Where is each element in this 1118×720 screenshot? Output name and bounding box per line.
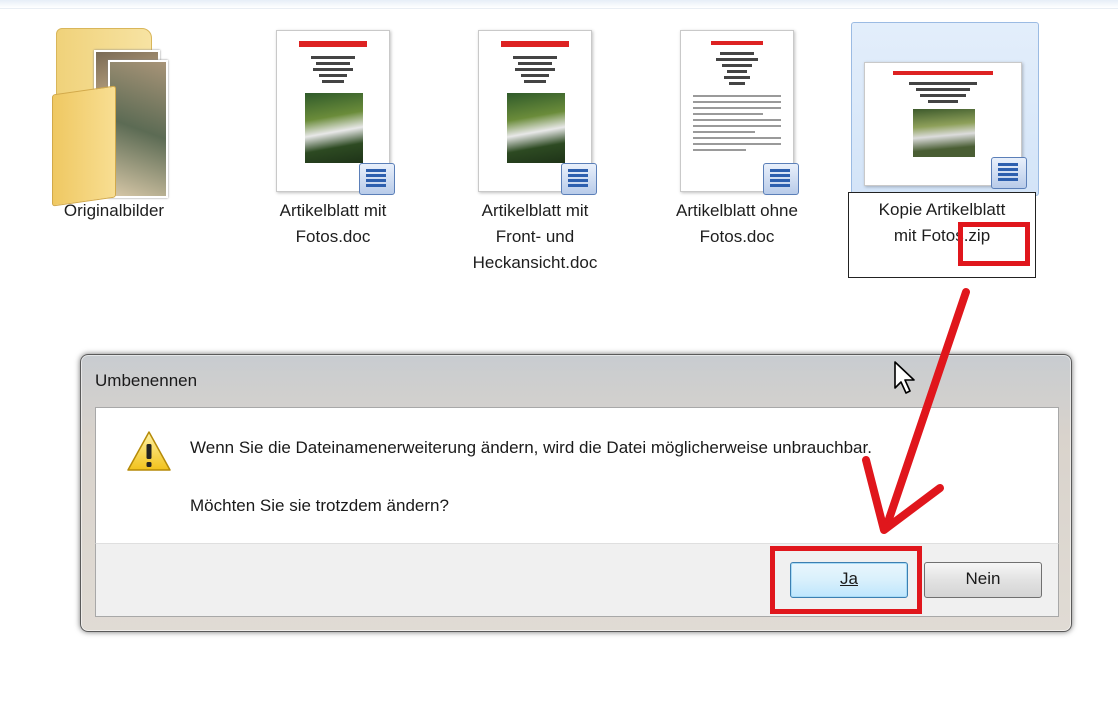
file-label: Artikelblatt mit Fotos.doc (279, 201, 387, 246)
no-button[interactable]: Nein (924, 562, 1042, 598)
word-icon (763, 163, 799, 195)
rename-confirm-dialog: Umbenennen Wenn Sie die Dateinamenerweit… (80, 354, 1072, 632)
dialog-message: Wenn Sie die Dateinamenerweiterung änder… (190, 438, 872, 457)
folder-icon (52, 20, 168, 207)
mouse-cursor-icon (894, 361, 915, 394)
word-document-thumbnail (864, 62, 1027, 189)
file-label: Artikelblatt mit Front- und Heckansicht.… (472, 201, 598, 272)
dialog-body: Wenn Sie die Dateinamenerweiterung änder… (95, 407, 1059, 544)
extension-highlight-box (958, 222, 1030, 266)
word-document-thumbnail (680, 30, 799, 195)
word-icon (359, 163, 395, 195)
dialog-question: Möchten Sie sie trotzdem ändern? (190, 496, 449, 515)
warning-icon (127, 431, 171, 471)
file-label: Originalbilder (63, 201, 165, 220)
explorer-top-edge (0, 0, 1118, 9)
word-icon (991, 157, 1027, 189)
word-icon (561, 163, 597, 195)
yes-button-highlight-box (770, 546, 922, 614)
word-document-thumbnail (276, 30, 395, 195)
file-label: Artikelblatt ohne Fotos.doc (676, 201, 798, 246)
word-document-thumbnail (478, 30, 597, 195)
dialog-title: Umbenennen (95, 371, 198, 390)
no-button-label: Nein (965, 569, 1001, 588)
